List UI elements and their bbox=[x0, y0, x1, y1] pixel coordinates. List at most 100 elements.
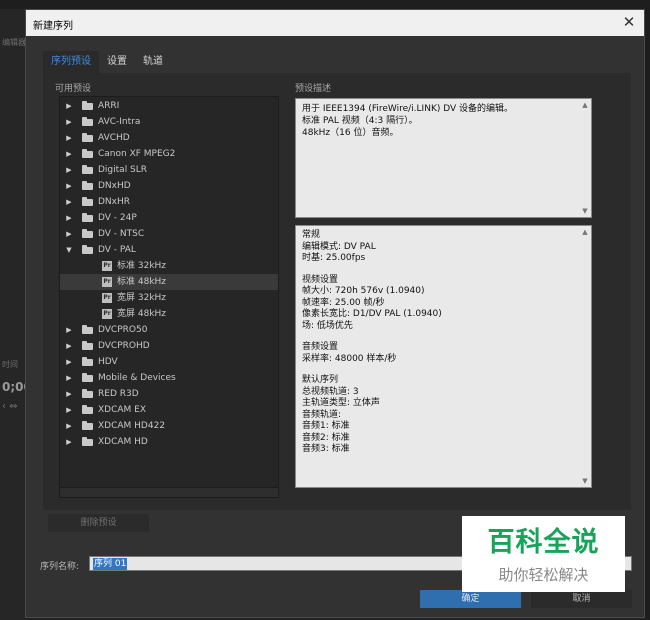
preset-folder[interactable]: ▶ Digital SLR bbox=[60, 162, 278, 178]
folder-icon bbox=[82, 421, 93, 430]
info-line: 音频设置 bbox=[302, 342, 339, 352]
preset-folder[interactable]: ▶ Canon XF MPEG2 bbox=[60, 146, 278, 162]
watermark-subtitle: 助你轻松解决 bbox=[498, 566, 589, 584]
preset-item[interactable]: Pr 标准 32kHz bbox=[60, 258, 278, 274]
info-line: 时基: 25.00fps bbox=[302, 253, 366, 263]
caret-right-icon[interactable]: ▶ bbox=[64, 418, 74, 434]
preset-folder[interactable]: ▶ DNxHR bbox=[60, 194, 278, 210]
tree-item-label: DVCPROHD bbox=[98, 341, 150, 351]
preset-file-icon: Pr bbox=[102, 293, 112, 303]
folder-icon bbox=[82, 229, 93, 238]
info-line: 音频轨道: bbox=[302, 409, 342, 420]
folder-icon bbox=[82, 357, 93, 366]
tree-item-label: RED R3D bbox=[98, 389, 139, 399]
folder-icon bbox=[82, 325, 93, 334]
preset-item[interactable]: Pr 宽屏 32kHz bbox=[60, 290, 278, 306]
caret-right-icon[interactable]: ▶ bbox=[64, 178, 74, 194]
caret-right-icon[interactable]: ▶ bbox=[64, 146, 74, 162]
watermark: 百科全说 助你轻松解决 bbox=[462, 516, 625, 592]
tree-item-label: XDCAM HD422 bbox=[98, 421, 166, 431]
preset-folder[interactable]: ▶ XDCAM EX bbox=[60, 402, 278, 418]
info-line: 音频1: 标准 bbox=[302, 421, 350, 431]
caret-right-icon[interactable]: ▶ bbox=[64, 226, 74, 242]
available-presets-label: 可用预设 bbox=[55, 84, 92, 94]
tree-horizontal-scrollbar[interactable] bbox=[60, 487, 278, 497]
tree-item-label: 标准 32kHz bbox=[117, 261, 167, 271]
info-line: 总视频轨道: 3 bbox=[302, 386, 359, 397]
caret-down-icon[interactable]: ▼ bbox=[64, 242, 74, 258]
ok-button[interactable]: 确定 bbox=[420, 590, 521, 608]
preset-folder[interactable]: ▶ Mobile & Devices bbox=[60, 370, 278, 386]
watermark-title: 百科全说 bbox=[487, 527, 600, 558]
preset-info-box: 常规 编辑模式: DV PAL 时基: 25.00fps 视频设置 帧大小: 72… bbox=[295, 225, 592, 488]
info-line: 常规 bbox=[302, 230, 321, 240]
caret-right-icon[interactable]: ▶ bbox=[64, 386, 74, 402]
tab-settings[interactable]: 设置 bbox=[99, 51, 135, 73]
tab-bar: 序列预设 设置 轨道 bbox=[43, 51, 171, 73]
caret-right-icon[interactable]: ▶ bbox=[64, 354, 74, 370]
info-line: 视频设置 bbox=[302, 274, 339, 285]
folder-icon bbox=[82, 341, 93, 350]
sequence-name-value: 序列 01 bbox=[93, 558, 128, 570]
tree-item-label: DNxHD bbox=[98, 181, 131, 191]
presets-panel: 可用预设 预设描述 ▶ ARRI ▶ AVC-Intra ▶ AVCHD ▶ Canon XF… bbox=[43, 73, 631, 510]
scroll-down-icon[interactable]: ▼ bbox=[579, 205, 591, 217]
caret-right-icon[interactable]: ▶ bbox=[64, 98, 74, 114]
caret-right-icon[interactable]: ▶ bbox=[64, 322, 74, 338]
preset-folder[interactable]: ▶ DNxHD bbox=[60, 178, 278, 194]
preset-folder[interactable]: ▶ DV - 24P bbox=[60, 210, 278, 226]
preset-folder[interactable]: ▶ XDCAM HD422 bbox=[60, 418, 278, 434]
caret-right-icon[interactable]: ▶ bbox=[64, 130, 74, 146]
preset-folder[interactable]: ▼ DV - PAL bbox=[60, 242, 278, 258]
description-scrollbar[interactable]: ▲ ▼ bbox=[579, 99, 591, 217]
scroll-up-icon[interactable]: ▲ bbox=[579, 226, 591, 238]
caret-right-icon[interactable]: ▶ bbox=[64, 338, 74, 354]
tree-item-label: DV - PAL bbox=[98, 245, 136, 255]
cancel-button[interactable]: 取消 bbox=[531, 590, 632, 608]
scroll-down-icon[interactable]: ▼ bbox=[579, 475, 591, 487]
caret-right-icon[interactable]: ▶ bbox=[64, 162, 74, 178]
tree-item-label: Digital SLR bbox=[98, 165, 148, 175]
caret-right-icon[interactable]: ▶ bbox=[64, 402, 74, 418]
preset-tree[interactable]: ▶ ARRI ▶ AVC-Intra ▶ AVCHD ▶ Canon XF MPEG2 ▶ Dig… bbox=[59, 96, 279, 498]
folder-icon bbox=[82, 197, 93, 206]
folder-icon bbox=[82, 117, 93, 126]
caret-right-icon[interactable]: ▶ bbox=[64, 370, 74, 386]
tree-item-label: HDV bbox=[98, 357, 118, 367]
background-app-panel: 编辑器 时间 0;00 ‹ ⇔ bbox=[0, 9, 32, 620]
preset-item[interactable]: Pr 宽屏 48kHz bbox=[60, 306, 278, 322]
delete-preset-button[interactable]: 删除预设 bbox=[48, 514, 149, 532]
scroll-up-icon[interactable]: ▲ bbox=[579, 99, 591, 111]
caret-right-icon[interactable]: ▶ bbox=[64, 114, 74, 130]
info-line: 像素长宽比: D1/DV PAL (1.0940) bbox=[302, 309, 442, 319]
sequence-name-label: 序列名称: bbox=[40, 562, 80, 572]
caret-right-icon[interactable]: ▶ bbox=[64, 434, 74, 450]
folder-icon bbox=[82, 181, 93, 190]
close-icon[interactable]: ✕ bbox=[620, 13, 638, 31]
tree-item-label: DV - 24P bbox=[98, 213, 137, 223]
preset-folder[interactable]: ▶ ARRI bbox=[60, 98, 278, 114]
background-fragment: ‹ ⇔ bbox=[2, 401, 18, 412]
folder-icon bbox=[82, 373, 93, 382]
info-scrollbar[interactable]: ▲ ▼ bbox=[579, 226, 591, 487]
caret-right-icon[interactable]: ▶ bbox=[64, 194, 74, 210]
preset-folder[interactable]: ▶ AVCHD bbox=[60, 130, 278, 146]
preset-folder[interactable]: ▶ DV - NTSC bbox=[60, 226, 278, 242]
tree-item-label: Canon XF MPEG2 bbox=[98, 149, 176, 159]
preset-folder[interactable]: ▶ AVC-Intra bbox=[60, 114, 278, 130]
background-fragment: 时间 bbox=[2, 360, 18, 369]
preset-folder[interactable]: ▶ XDCAM HD bbox=[60, 434, 278, 450]
preset-item[interactable]: Pr 标准 48kHz bbox=[60, 274, 278, 290]
tree-item-label: 宽屏 48kHz bbox=[117, 309, 167, 319]
preset-folder[interactable]: ▶ DVCPROHD bbox=[60, 338, 278, 354]
tab-sequence-presets[interactable]: 序列预设 bbox=[43, 51, 99, 73]
tab-tracks[interactable]: 轨道 bbox=[135, 51, 171, 73]
preset-description-label: 预设描述 bbox=[295, 84, 332, 94]
preset-folder[interactable]: ▶ HDV bbox=[60, 354, 278, 370]
preset-folder[interactable]: ▶ DVCPRO50 bbox=[60, 322, 278, 338]
caret-right-icon[interactable]: ▶ bbox=[64, 210, 74, 226]
preset-folder[interactable]: ▶ RED R3D bbox=[60, 386, 278, 402]
info-line: 默认序列 bbox=[302, 375, 339, 385]
folder-icon bbox=[82, 149, 93, 158]
